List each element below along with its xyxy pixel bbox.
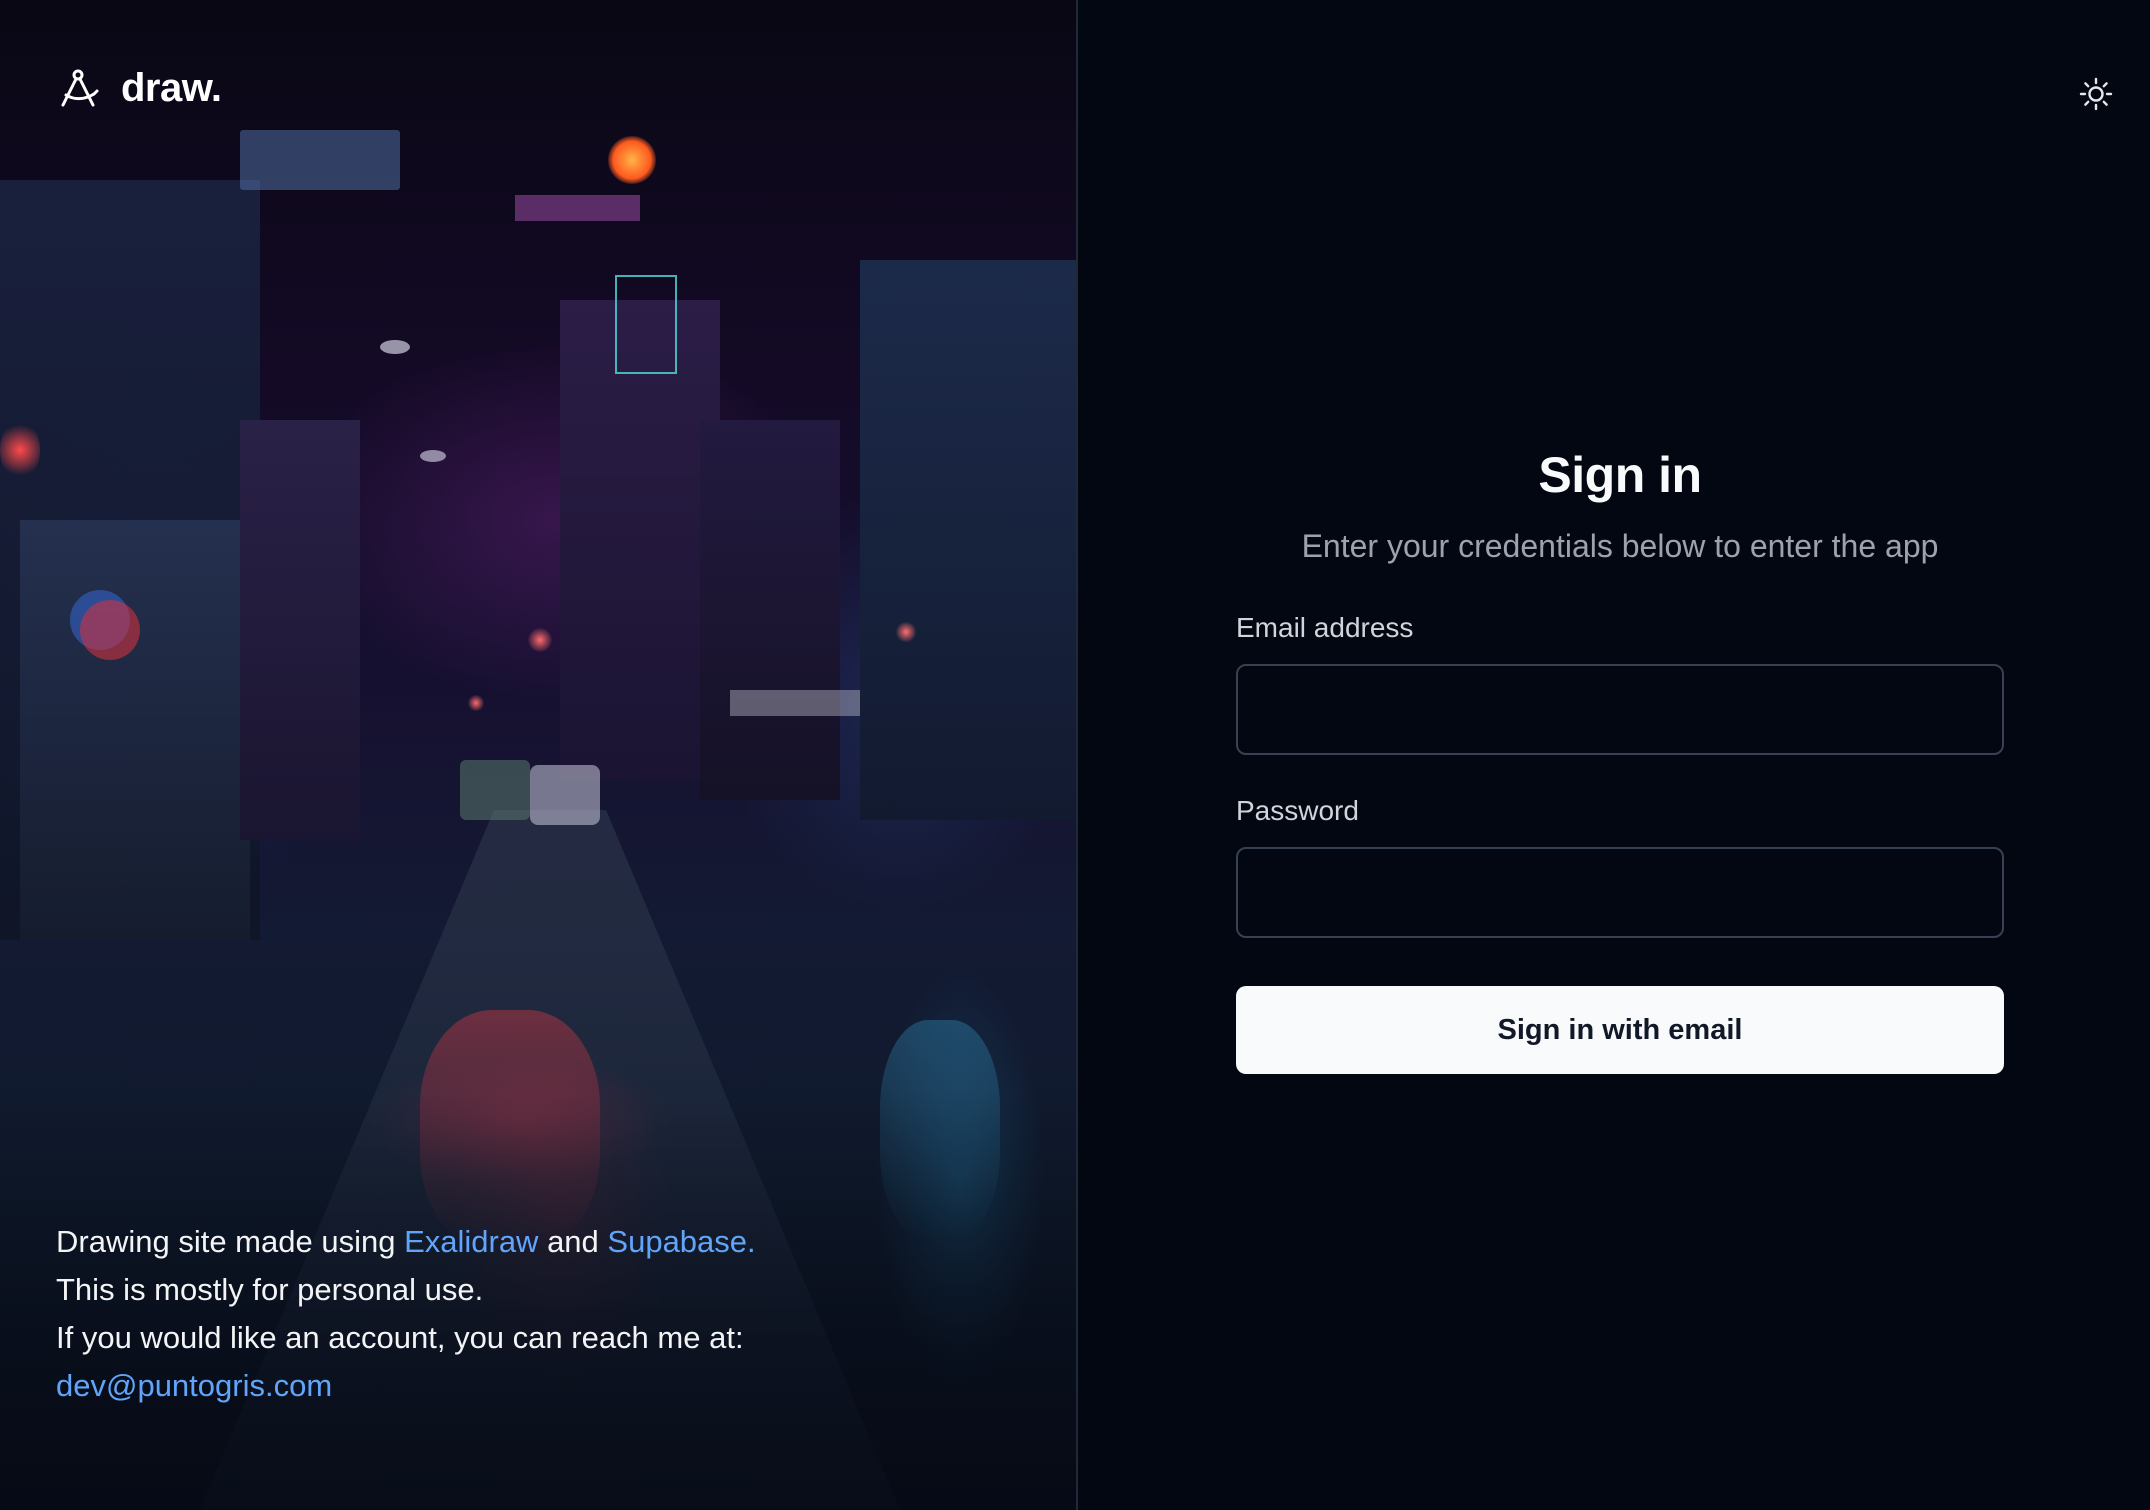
sign-in-with-email-button[interactable]: Sign in with email: [1236, 986, 2004, 1074]
email-label: Email address: [1236, 612, 1414, 643]
hero-description: Drawing site made using Exalidraw and Su…: [56, 1218, 756, 1410]
exalidraw-link[interactable]: Exalidraw: [404, 1224, 538, 1259]
password-label: Password: [1236, 795, 1359, 826]
hero-line-1-middle: and: [538, 1224, 608, 1259]
hero-panel: draw. Drawing site made using Exalidraw …: [0, 0, 1076, 1510]
brand-name: draw.: [121, 66, 222, 110]
hero-line-3: If you would like an account, you can re…: [56, 1320, 744, 1355]
signin-panel: Sign in Enter your credentials below to …: [1078, 0, 2150, 1510]
compass-drafting-icon: [57, 67, 101, 111]
signin-form: Sign in Enter your credentials below to …: [1236, 440, 2004, 1074]
email-field[interactable]: [1236, 664, 2004, 755]
hero-line-2: This is mostly for personal use.: [56, 1272, 484, 1307]
contact-email-link[interactable]: dev@puntogris.com: [56, 1368, 332, 1403]
app-root: draw. Drawing site made using Exalidraw …: [0, 0, 2150, 1510]
supabase-link[interactable]: Supabase.: [607, 1224, 755, 1259]
hero-line-1: Drawing site made using Exalidraw and Su…: [56, 1218, 756, 1266]
page-title: Sign in: [1538, 447, 1702, 503]
page-subtitle: Enter your credentials below to enter th…: [1301, 528, 1939, 564]
sun-icon: [2079, 77, 2113, 116]
brand[interactable]: draw.: [57, 66, 222, 111]
hero-line-1-prefix: Drawing site made using: [56, 1224, 405, 1259]
theme-toggle-button[interactable]: [2074, 74, 2118, 118]
password-field[interactable]: [1236, 847, 2004, 938]
